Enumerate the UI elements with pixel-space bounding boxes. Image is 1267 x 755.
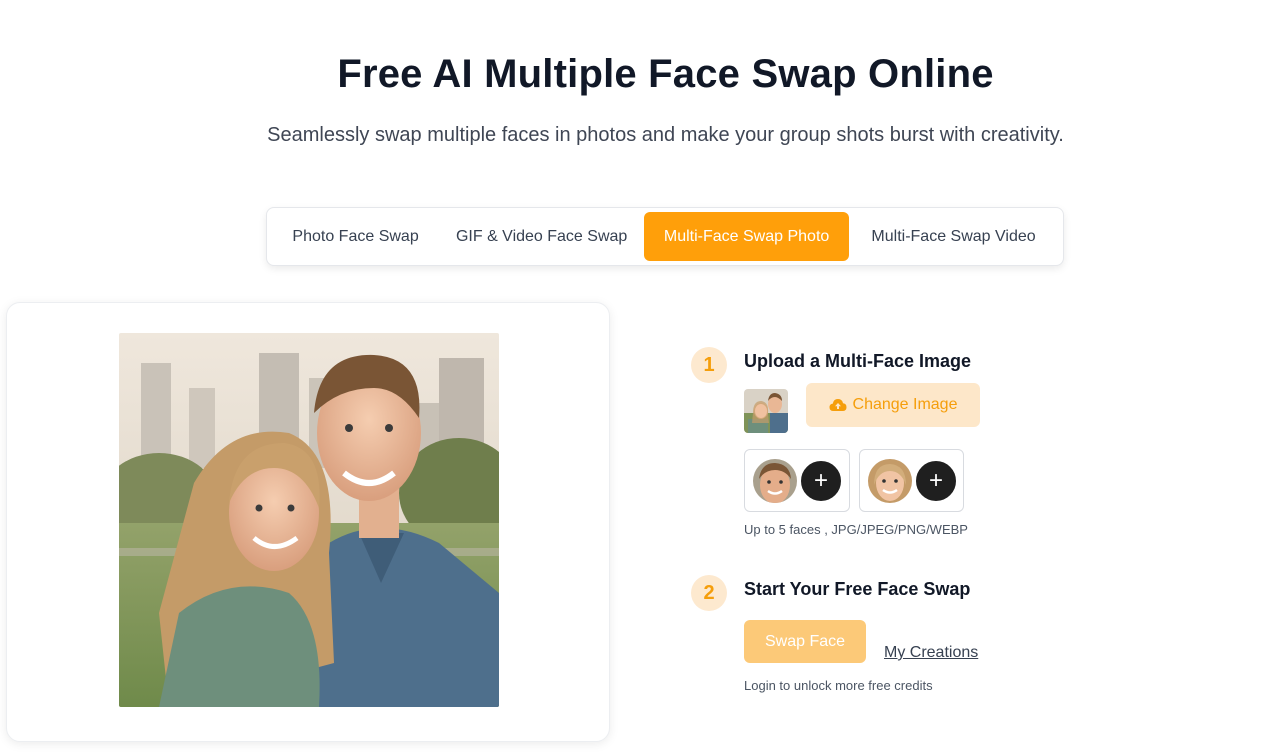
tab-gif-video-face-swap[interactable]: GIF & Video Face Swap (439, 212, 644, 261)
tool-tabs: Photo Face Swap GIF & Video Face Swap Mu… (266, 207, 1064, 266)
swap-face-button[interactable]: Swap Face (744, 620, 866, 663)
add-face-2-button[interactable]: + (914, 459, 958, 503)
step-1-title: Upload a Multi-Face Image (744, 351, 972, 371)
cloud-upload-icon (829, 398, 847, 412)
page: Free AI Multiple Face Swap Online Seamle… (0, 0, 1267, 755)
plus-icon: + (813, 467, 828, 494)
step-2-number: 2 (691, 575, 727, 611)
change-image-label: Change Image (852, 396, 958, 413)
step-2-title: Start Your Free Face Swap (744, 579, 971, 599)
change-image-button[interactable]: Change Image (806, 383, 980, 427)
add-face-1-button[interactable]: + (799, 459, 843, 503)
login-hint: Login to unlock more free credits (744, 678, 933, 693)
page-title: Free AI Multiple Face Swap Online (337, 52, 994, 96)
detected-face-2 (868, 459, 912, 503)
tab-photo-face-swap[interactable]: Photo Face Swap (272, 212, 439, 261)
face-slot-1: + (744, 449, 850, 512)
page-subtitle: Seamlessly swap multiple faces in photos… (267, 124, 1064, 146)
preview-card (6, 302, 610, 742)
face-slot-2: + (859, 449, 964, 512)
tab-multi-face-swap-photo[interactable]: Multi-Face Swap Photo (644, 212, 850, 261)
detected-face-1 (753, 459, 797, 503)
uploaded-image-thumbnail (744, 389, 788, 433)
preview-image (119, 333, 499, 707)
tab-multi-face-swap-video[interactable]: Multi-Face Swap Video (849, 212, 1058, 261)
plus-icon: + (928, 467, 943, 494)
my-creations-link[interactable]: My Creations (884, 644, 978, 662)
step-1-number: 1 (691, 347, 727, 383)
upload-hint: Up to 5 faces , JPG/JPEG/PNG/WEBP (744, 522, 968, 537)
